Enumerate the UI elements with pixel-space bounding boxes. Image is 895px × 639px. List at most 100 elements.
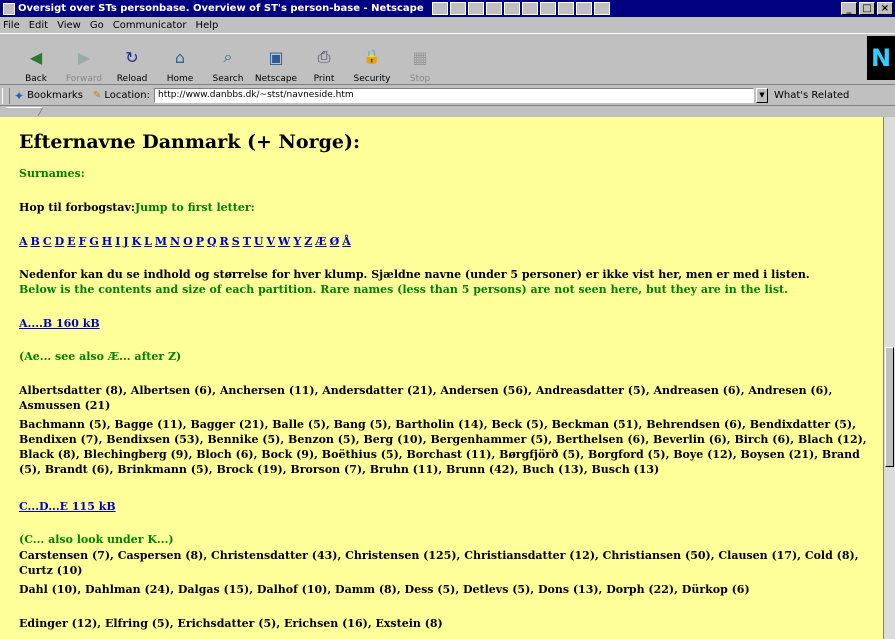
- back-button[interactable]: ◀ Back: [14, 36, 58, 85]
- taskbar-icon[interactable]: [449, 2, 466, 15]
- print-button[interactable]: ⎙ Print: [302, 36, 346, 84]
- taskbar-icon[interactable]: [557, 2, 574, 15]
- stop-label: Stop: [409, 74, 431, 84]
- taskbar-icon[interactable]: [467, 2, 484, 15]
- taskbar-icon[interactable]: [503, 2, 520, 15]
- section-link-a-b[interactable]: A....B 160 kB: [19, 317, 100, 330]
- surnames-label: Surnames:: [19, 167, 85, 180]
- letter-link[interactable]: W: [278, 235, 290, 248]
- letter-link[interactable]: G: [89, 235, 98, 248]
- menu-help[interactable]: Help: [196, 20, 219, 31]
- menu-communicator[interactable]: Communicator: [113, 20, 187, 31]
- security-label: Security: [353, 74, 391, 84]
- print-label: Print: [313, 74, 335, 84]
- search-button[interactable]: ⌕ Search: [206, 36, 250, 84]
- taskbar-icon[interactable]: [575, 2, 592, 15]
- section-link-c-d-e[interactable]: C...D...E 115 kB: [19, 500, 116, 513]
- url-dropdown-button[interactable]: ▼: [756, 88, 768, 103]
- security-button[interactable]: 🔒 Security: [350, 36, 394, 84]
- whats-related-button[interactable]: What's Related: [774, 90, 849, 101]
- home-icon: ⌂: [174, 47, 186, 67]
- letter-link[interactable]: R: [220, 235, 229, 248]
- letter-link[interactable]: S: [232, 235, 240, 248]
- reload-icon: ↻: [125, 47, 139, 67]
- bookmarks-icon: ✦: [14, 88, 25, 103]
- taskbar-icon[interactable]: [485, 2, 502, 15]
- letter-link[interactable]: V: [266, 235, 275, 248]
- intro-english: Below is the contents and size of each p…: [19, 283, 788, 296]
- menu-file[interactable]: File: [3, 20, 20, 31]
- jump-label-danish: Hop til forbogstav:: [19, 201, 135, 214]
- letter-link[interactable]: O: [183, 235, 193, 248]
- letter-link[interactable]: P: [196, 235, 204, 248]
- letter-link[interactable]: J: [123, 235, 128, 248]
- letter-link[interactable]: D: [55, 235, 65, 248]
- home-button[interactable]: ⌂ Home: [158, 36, 202, 85]
- letter-link[interactable]: N: [170, 235, 180, 248]
- letter-link[interactable]: L: [144, 235, 152, 248]
- taskbar-icon[interactable]: [539, 2, 556, 15]
- netscape-throbber-logo: N: [867, 36, 895, 80]
- forward-arrow-icon: ▶: [77, 47, 91, 67]
- letter-link[interactable]: Æ: [315, 235, 326, 248]
- netscape-label: Netscape: [254, 74, 298, 84]
- stop-button[interactable]: ▦ Stop: [398, 36, 442, 85]
- bookmarks-button[interactable]: Bookmarks: [27, 90, 83, 101]
- reload-label: Reload: [116, 74, 148, 84]
- minimize-button[interactable]: _: [841, 2, 857, 15]
- letter-link[interactable]: H: [102, 235, 112, 248]
- intro-danish: Nedenfor kan du se indhold og størrelse …: [19, 268, 810, 281]
- letter-link[interactable]: C: [43, 235, 52, 248]
- letter-link[interactable]: A: [19, 235, 28, 248]
- page-heading: Efternavne Danmark (+ Norge):: [19, 131, 360, 153]
- menu-go[interactable]: Go: [90, 20, 104, 31]
- letter-link[interactable]: F: [79, 235, 87, 248]
- toolbar-grip[interactable]: [2, 87, 10, 104]
- url-input[interactable]: http://www.danbbs.dk/~stst/navneside.htm: [154, 88, 754, 103]
- vertical-scrollbar[interactable]: [883, 117, 895, 639]
- letter-link[interactable]: Z: [304, 235, 312, 248]
- taskbar-icon[interactable]: [431, 2, 448, 15]
- letter-link[interactable]: Ø: [330, 235, 340, 248]
- menu-edit[interactable]: Edit: [29, 20, 48, 31]
- letter-link[interactable]: K: [132, 235, 142, 248]
- letter-link[interactable]: U: [254, 235, 264, 248]
- toolbar-collapse-tab[interactable]: [0, 107, 895, 117]
- letter-link[interactable]: M: [155, 235, 167, 248]
- letter-link[interactable]: Q: [207, 235, 217, 248]
- letter-link[interactable]: E: [67, 235, 75, 248]
- taskbar-icon[interactable]: [521, 2, 538, 15]
- print-icon: ⎙: [317, 47, 331, 66]
- window-title: Oversigt over STs personbase. Overview o…: [18, 3, 424, 14]
- location-label: Location:: [104, 90, 150, 101]
- names-b-list: Bachmann (5), Bagge (11), Bagger (21), B…: [19, 418, 867, 476]
- scrollbar-thumb[interactable]: [885, 347, 894, 467]
- netscape-icon: ▣: [268, 47, 284, 67]
- note-ae: (Ae... see also Æ... after Z): [19, 350, 182, 363]
- reload-button[interactable]: ↻ Reload: [110, 36, 154, 85]
- back-arrow-icon: ◀: [29, 47, 43, 67]
- netscape-window-icon: [3, 2, 15, 15]
- back-label: Back: [25, 74, 47, 84]
- lock-icon: 🔒: [363, 49, 381, 65]
- letter-link[interactable]: T: [243, 235, 251, 248]
- location-icon: ✎: [92, 90, 102, 101]
- search-label: Search: [212, 74, 244, 84]
- names-e-list: Edinger (12), Elfring (5), Erichsdatter …: [19, 617, 443, 630]
- taskbar-icon[interactable]: [593, 2, 610, 15]
- note-c: (C... also look under K...): [19, 533, 174, 546]
- menu-bar: File Edit View Go Communicator Help: [0, 17, 895, 33]
- letter-link[interactable]: Å: [342, 235, 351, 248]
- location-bar: ✦ Bookmarks ✎ Location: http://www.danbb…: [0, 86, 895, 106]
- letter-link[interactable]: B: [31, 235, 40, 248]
- menu-view[interactable]: View: [57, 20, 81, 31]
- close-button[interactable]: ×: [877, 2, 893, 15]
- letter-link[interactable]: Y: [293, 235, 301, 248]
- forward-button[interactable]: ▶ Forward: [62, 36, 106, 85]
- letter-index: ABCDEFGHIJKLMNOPQRSTUVWYZÆØÅ: [19, 235, 354, 248]
- netscape-button[interactable]: ▣ Netscape: [254, 36, 298, 85]
- maximize-button[interactable]: □: [859, 2, 875, 15]
- letter-link[interactable]: I: [115, 235, 120, 248]
- jump-label-english: Jump to first letter:: [134, 201, 255, 214]
- stop-icon: ▦: [412, 47, 428, 67]
